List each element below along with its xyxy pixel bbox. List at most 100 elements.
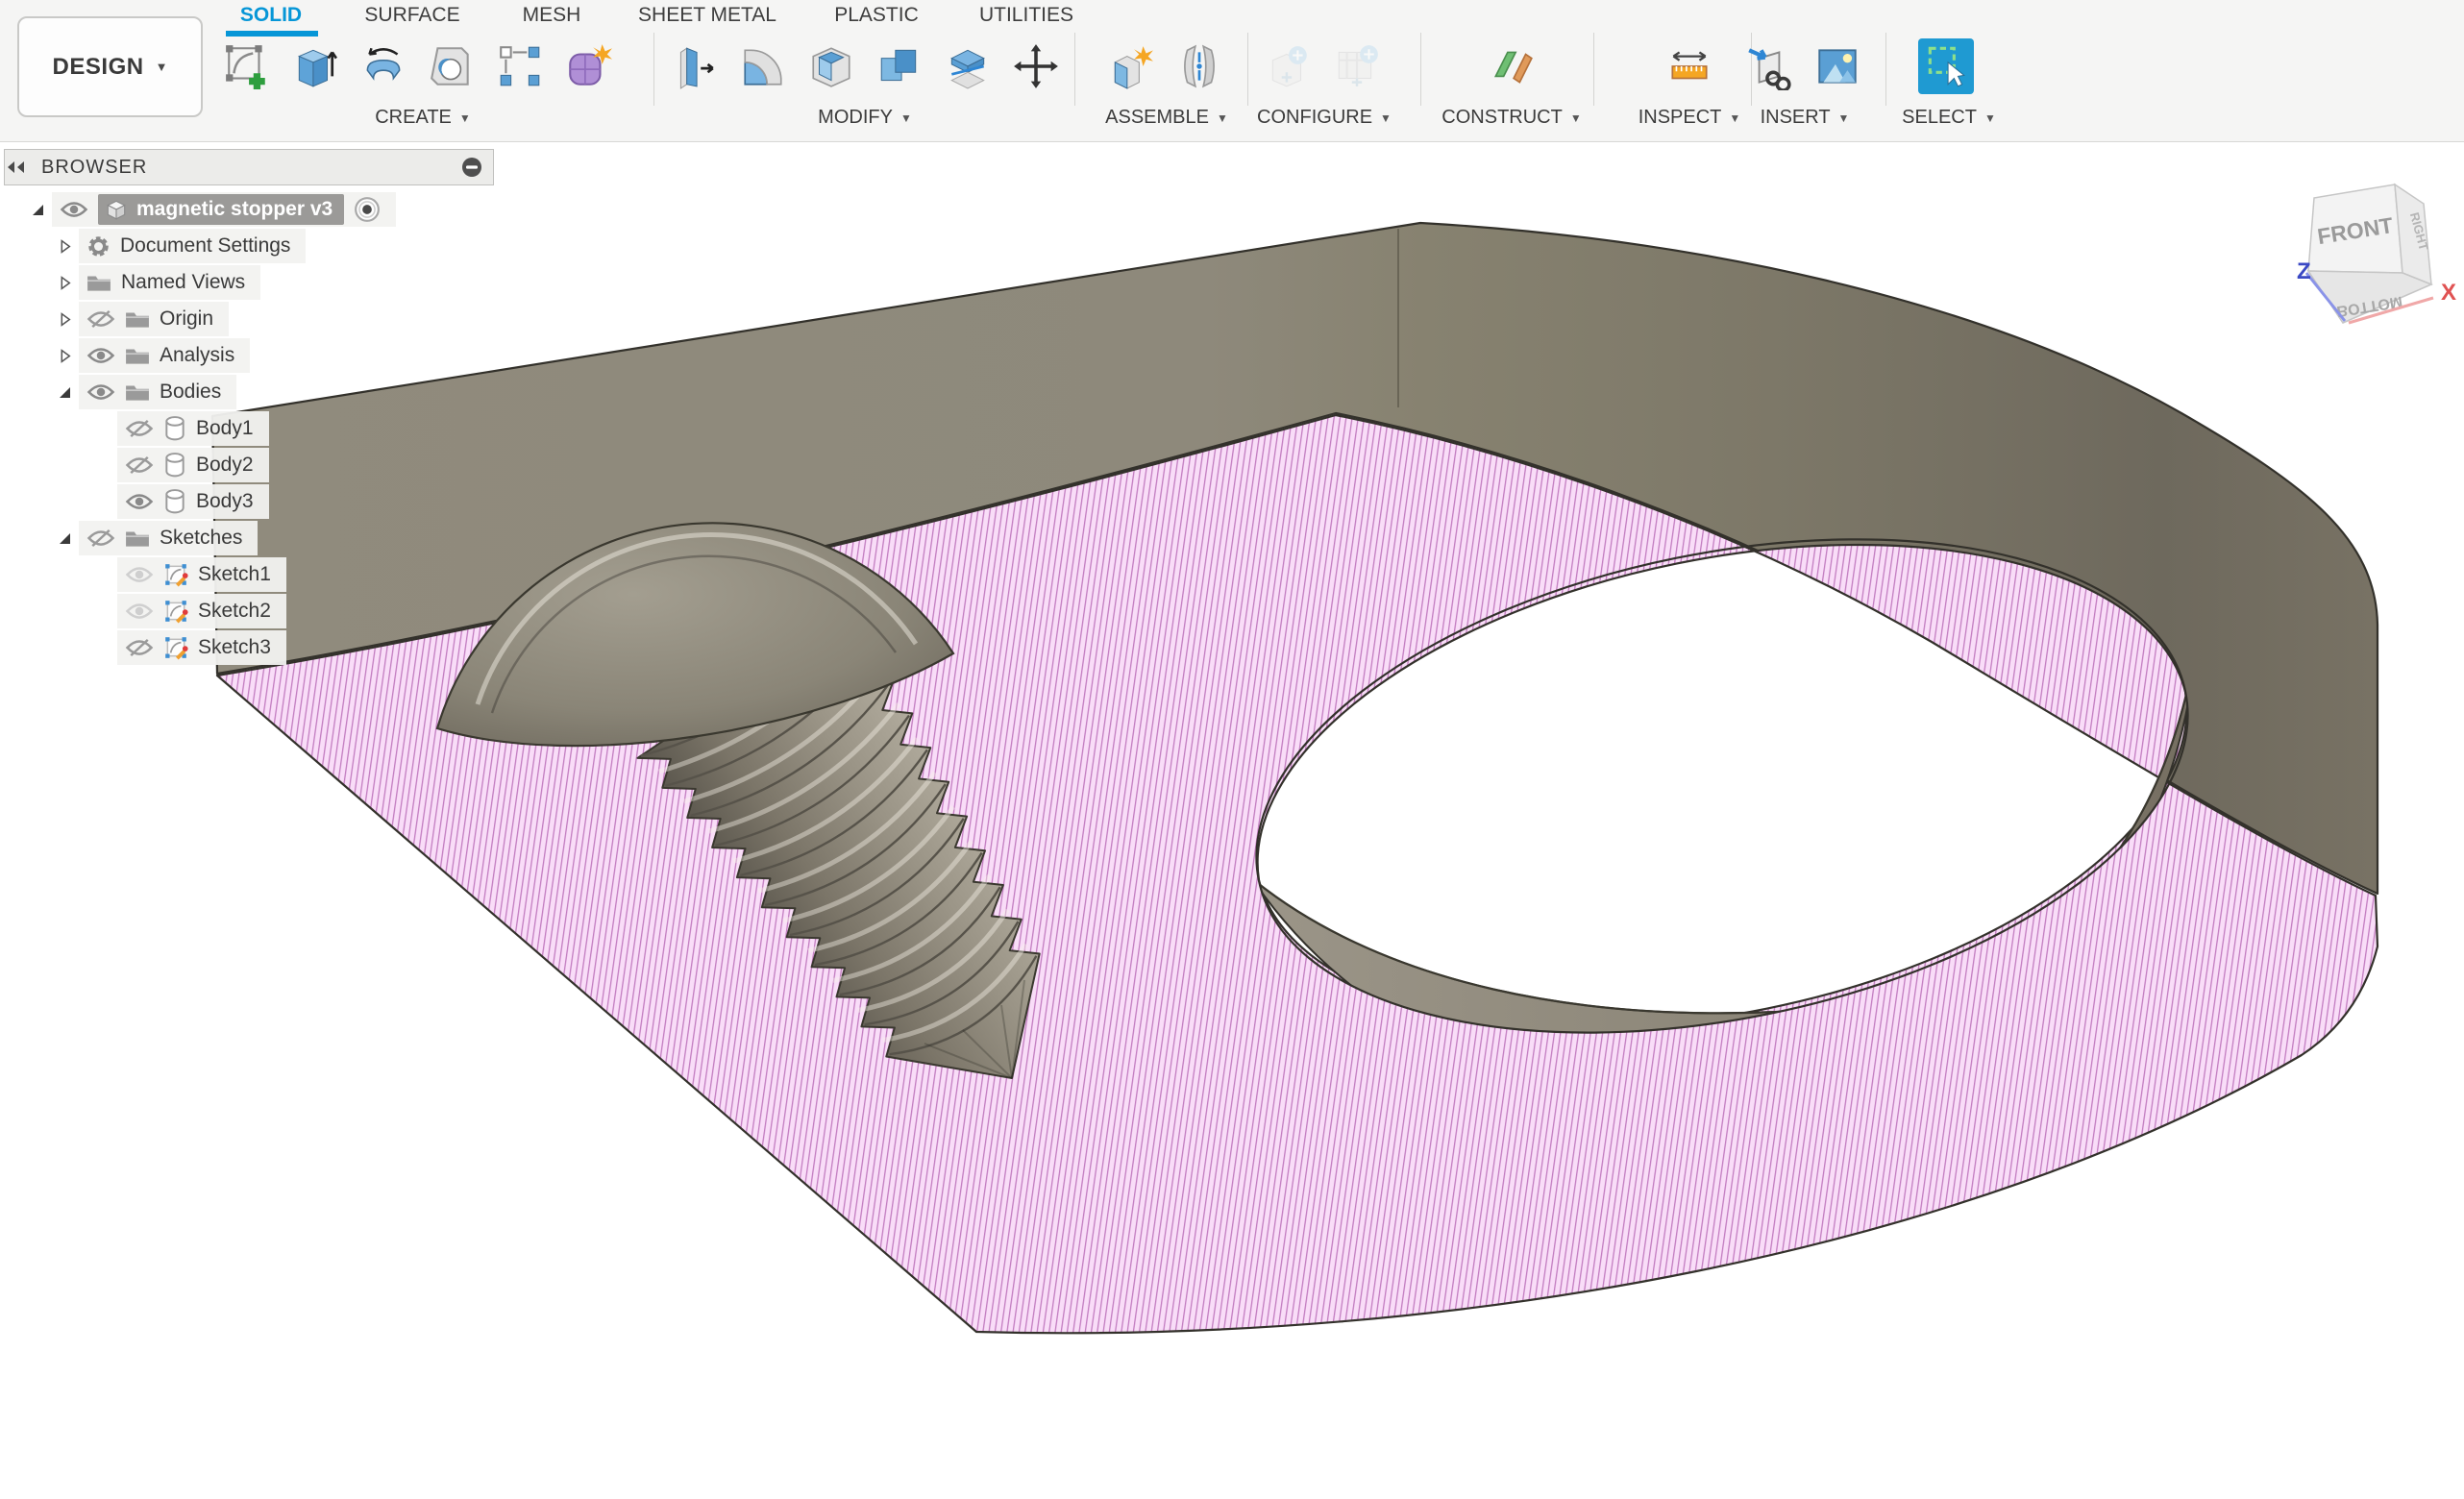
caret-down-icon: ▼: [1217, 111, 1228, 125]
move-copy-icon[interactable]: [1008, 38, 1064, 94]
collapsed-triangle-icon[interactable]: [54, 239, 75, 254]
visibility-eye-icon[interactable]: [86, 346, 115, 365]
insert-derive-icon[interactable]: [1741, 38, 1797, 94]
tree-row-bodies[interactable]: Bodies: [54, 375, 236, 409]
caret-down-icon: ▼: [156, 60, 168, 74]
folder-icon: [86, 273, 111, 292]
group-insert-icons: [1741, 38, 1865, 94]
x-axis-label: X: [2441, 280, 2456, 306]
caret-down-icon: ▼: [900, 111, 912, 125]
visibility-eye-icon[interactable]: [125, 492, 154, 511]
tab-utilities[interactable]: UTILITIES: [979, 4, 1073, 27]
visibility-faded-eye-icon[interactable]: [125, 565, 154, 584]
select-tool-icon[interactable]: [1918, 38, 1974, 94]
tree-row-root[interactable]: magnetic stopper v3: [27, 192, 396, 227]
measure-icon[interactable]: [1662, 38, 1717, 94]
offset-face-icon[interactable]: [940, 38, 996, 94]
caret-down-icon: ▼: [1984, 111, 1996, 125]
configure-menu[interactable]: CONFIGURE▼: [1257, 107, 1392, 129]
tab-plastic[interactable]: PLASTIC: [834, 4, 919, 27]
joint-icon[interactable]: [1171, 38, 1227, 94]
activate-radio-icon[interactable]: [354, 196, 381, 223]
combine-icon[interactable]: [872, 38, 927, 94]
select-menu[interactable]: SELECT▼: [1902, 107, 1996, 129]
visibility-eye-icon[interactable]: [60, 200, 88, 219]
expanded-triangle-icon[interactable]: [54, 384, 75, 400]
tree-row-analysis[interactable]: Analysis: [54, 338, 250, 373]
configuration-table-icon[interactable]: [1329, 38, 1385, 94]
collapsed-triangle-icon[interactable]: [54, 312, 75, 327]
tab-surface[interactable]: SURFACE: [364, 4, 459, 27]
folder-icon: [125, 382, 150, 402]
configuration-icon[interactable]: [1261, 38, 1317, 94]
active-tab-underline: [226, 31, 318, 37]
visibility-off-eye-icon[interactable]: [86, 528, 115, 548]
modify-menu[interactable]: MODIFY▼: [818, 107, 912, 129]
tree-row-sketch2[interactable]: Sketch2: [117, 594, 286, 628]
group-select-icons: [1918, 38, 1974, 94]
body-cylinder-icon: [163, 453, 186, 478]
z-axis-label: Z: [2297, 258, 2311, 284]
tree-row-sketch3[interactable]: Sketch3: [117, 630, 286, 665]
root-component-chip[interactable]: magnetic stopper v3: [98, 194, 344, 225]
group-construct-icons: [1484, 38, 1540, 94]
new-component-icon[interactable]: [1103, 38, 1159, 94]
visibility-off-eye-icon[interactable]: [125, 455, 154, 475]
tree-row-sketches[interactable]: Sketches: [54, 521, 258, 555]
design-workspace-label: DESIGN: [53, 54, 144, 81]
visibility-off-eye-icon[interactable]: [125, 419, 154, 438]
group-inspect-icons: [1662, 38, 1717, 94]
gear-icon: [86, 234, 111, 258]
browser-header[interactable]: BROWSER: [4, 149, 494, 185]
visibility-faded-eye-icon[interactable]: [125, 602, 154, 621]
assemble-menu[interactable]: ASSEMBLE▼: [1105, 107, 1228, 129]
sketch-icon: [163, 635, 188, 660]
create-menu[interactable]: CREATE▼: [375, 107, 471, 129]
tab-mesh[interactable]: MESH: [523, 4, 581, 27]
tree-row-origin[interactable]: Origin: [54, 302, 229, 336]
folder-icon: [125, 528, 150, 548]
group-assemble-icons: [1103, 38, 1227, 94]
panel-options-icon[interactable]: [460, 156, 483, 179]
collapse-panel-icon[interactable]: [5, 160, 30, 175]
shell-icon[interactable]: [803, 38, 859, 94]
caret-down-icon: ▼: [1838, 111, 1850, 125]
pattern-icon[interactable]: [492, 38, 548, 94]
form-icon[interactable]: [560, 38, 616, 94]
hole-icon[interactable]: [424, 38, 480, 94]
expanded-triangle-icon[interactable]: [54, 530, 75, 546]
fillet-icon[interactable]: [735, 38, 791, 94]
inspect-menu[interactable]: INSPECT▼: [1639, 107, 1741, 129]
press-pull-icon[interactable]: [667, 38, 723, 94]
caret-down-icon: ▼: [459, 111, 471, 125]
root-component-name: magnetic stopper v3: [136, 198, 333, 221]
tab-sheet-metal[interactable]: SHEET METAL: [638, 4, 776, 27]
body-cylinder-icon: [163, 416, 186, 441]
insert-menu[interactable]: INSERT▼: [1761, 107, 1850, 129]
tree-row-named-views[interactable]: Named Views: [54, 265, 260, 300]
tree-row-body1[interactable]: Body1: [117, 411, 269, 446]
collapsed-triangle-icon[interactable]: [54, 349, 75, 363]
fusion-window: FRONT RIGHT BOTTOM Z X DESIGN ▼ SOLID SU…: [0, 0, 2464, 1499]
collapsed-triangle-icon[interactable]: [54, 276, 75, 290]
tree-row-document-settings[interactable]: Document Settings: [54, 229, 306, 263]
visibility-eye-icon[interactable]: [86, 382, 115, 402]
visibility-off-eye-icon[interactable]: [86, 309, 115, 329]
canvas-icon[interactable]: [1810, 38, 1865, 94]
tree-row-sketch1[interactable]: Sketch1: [117, 557, 286, 592]
tree-row-body2[interactable]: Body2: [117, 448, 269, 482]
body-cylinder-icon: [163, 489, 186, 514]
sketch-icon: [163, 599, 188, 624]
tab-solid[interactable]: SOLID: [240, 4, 302, 27]
revolve-icon[interactable]: [356, 38, 411, 94]
component-cube-icon: [104, 197, 129, 222]
visibility-off-eye-icon[interactable]: [125, 638, 154, 657]
construct-plane-icon[interactable]: [1484, 38, 1540, 94]
create-sketch-icon[interactable]: [219, 38, 275, 94]
expanded-triangle-icon[interactable]: [27, 202, 48, 217]
extrude-icon[interactable]: [287, 38, 343, 94]
design-workspace-button[interactable]: DESIGN ▼: [17, 16, 203, 117]
group-configure-icons: [1261, 38, 1385, 94]
tree-row-body3[interactable]: Body3: [117, 484, 269, 519]
construct-menu[interactable]: CONSTRUCT▼: [1441, 107, 1581, 129]
